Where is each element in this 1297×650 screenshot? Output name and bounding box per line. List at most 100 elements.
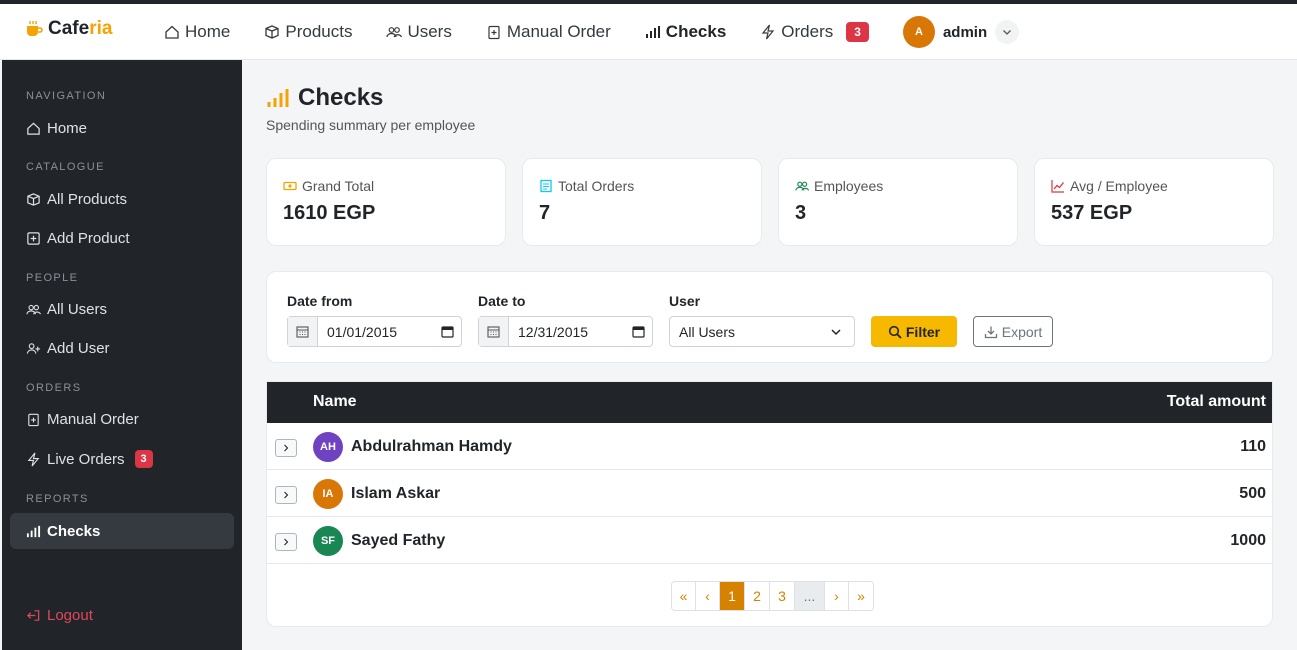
avatar: SF: [313, 526, 343, 556]
stat-card-avg-employee: Avg / Employee 537 EGP: [1034, 158, 1274, 246]
page-first-button[interactable]: «: [672, 582, 696, 610]
stat-label: Grand Total: [302, 178, 375, 194]
employee-name: Sayed Fathy: [351, 532, 446, 549]
date-to-label: Date to: [478, 293, 526, 309]
user-menu[interactable]: A admin: [902, 16, 1020, 48]
person-add-icon: [26, 342, 41, 354]
avatar: IA: [313, 479, 343, 509]
stat-label: Avg / Employee: [1070, 178, 1168, 194]
sidebar-item-logout[interactable]: Logout: [10, 597, 234, 633]
calendar-icon: [288, 317, 318, 346]
nav-manual-order[interactable]: Manual Order: [486, 22, 611, 42]
employee-amount: 1000: [1230, 532, 1266, 549]
page-last-button[interactable]: »: [849, 582, 873, 610]
clipboard-plus-icon: [28, 413, 39, 426]
user-menu-toggle[interactable]: [995, 20, 1020, 44]
top-navbar: Cafe ria Home Products Users Manual Order…: [0, 4, 1297, 60]
sidebar: NAVIGATION Home CATALOGUE All Products A…: [2, 60, 242, 650]
sidebar-section-catalogue: CATALOGUE: [26, 161, 105, 173]
coffee-cup-icon: [27, 21, 43, 36]
sidebar-item-manual-order[interactable]: Manual Order: [10, 401, 234, 437]
bar-chart-icon: [267, 89, 289, 107]
page-prev-button[interactable]: ‹: [696, 582, 720, 610]
box-icon: [27, 192, 40, 206]
brand-name-accent: ria: [89, 18, 113, 39]
sidebar-item-live-orders[interactable]: Live Orders 3: [10, 441, 234, 477]
brand-logo[interactable]: Cafe ria: [24, 18, 112, 40]
stat-value: 7: [539, 202, 551, 224]
checks-table: Name Total amount AH Abdulrahman Hamdy 1…: [266, 381, 1273, 627]
expand-row-button[interactable]: [275, 439, 297, 457]
search-icon: [888, 325, 902, 339]
column-header-amount: Total amount: [1166, 393, 1266, 410]
stat-label: Total Orders: [558, 178, 635, 194]
filter-button[interactable]: Filter: [871, 316, 957, 347]
date-to-field[interactable]: 12/31/2015: [478, 316, 653, 347]
sidebar-item-add-product[interactable]: Add Product: [10, 220, 234, 256]
sidebar-section-orders: ORDERS: [26, 382, 82, 394]
date-from-label: Date from: [287, 293, 353, 309]
receipt-icon: [540, 179, 552, 193]
page-button-2[interactable]: 2: [745, 582, 770, 610]
expand-row-button[interactable]: [275, 533, 297, 551]
sidebar-item-home[interactable]: Home: [10, 110, 234, 146]
date-from-value: 01/01/2015: [327, 323, 398, 340]
sidebar-item-checks[interactable]: Checks: [10, 513, 234, 549]
nav-products-label: Products: [285, 22, 353, 41]
top-nav-links: Home Products Users Manual Order Checks …: [164, 4, 1020, 60]
download-icon: [984, 326, 997, 338]
user-select[interactable]: All Users: [669, 316, 855, 347]
table-header: Name Total amount: [267, 382, 1272, 423]
employee-name: Islam Askar: [351, 485, 441, 502]
chevron-right-icon: [284, 538, 289, 546]
export-button-label: Export: [1001, 323, 1043, 340]
stat-card-employees: Employees 3: [778, 158, 1018, 246]
date-picker-icon[interactable]: [433, 325, 461, 338]
user-name: admin: [942, 23, 988, 41]
expand-row-button[interactable]: [275, 486, 297, 504]
house-icon: [27, 122, 40, 135]
page-button-1[interactable]: 1: [720, 582, 745, 610]
employee-amount: 110: [1240, 438, 1266, 455]
bar-chart-icon: [645, 26, 660, 38]
chevron-down-icon: [831, 328, 841, 335]
sidebar-item-add-user[interactable]: Add User: [10, 330, 234, 366]
nav-products[interactable]: Products: [264, 22, 352, 42]
sidebar-item-label: Manual Order: [47, 410, 139, 428]
sidebar-item-label: Home: [47, 119, 88, 137]
sidebar-item-all-users[interactable]: All Users: [10, 291, 234, 327]
export-button[interactable]: Export: [973, 316, 1053, 347]
table-row: IA Islam Askar 500: [267, 470, 1272, 517]
pagination: « ‹ 1 2 3 ... › »: [671, 581, 874, 611]
nav-home[interactable]: Home: [164, 22, 230, 42]
column-header-name: Name: [313, 393, 357, 410]
page-button-3[interactable]: 3: [770, 582, 795, 610]
user-label: User: [669, 293, 701, 309]
nav-checks[interactable]: Checks: [645, 22, 726, 42]
stat-value: 537 EGP: [1051, 202, 1133, 224]
user-select-value: All Users: [679, 323, 736, 340]
sidebar-item-label: Add Product: [47, 229, 130, 247]
cash-icon: [283, 181, 297, 191]
brand-name-prefix: Cafe: [48, 18, 90, 39]
clipboard-plus-icon: [488, 25, 500, 40]
nav-home-label: Home: [185, 22, 231, 41]
page-title: Checks: [266, 84, 383, 112]
page-subtitle: Spending summary per employee: [266, 117, 476, 133]
page-title-text: Checks: [298, 84, 384, 111]
date-to-value: 12/31/2015: [518, 323, 589, 340]
stat-card-grand-total: Grand Total 1610 EGP: [266, 158, 506, 246]
stat-card-total-orders: Total Orders 7: [522, 158, 762, 246]
sidebar-item-label: All Users: [47, 300, 108, 318]
nav-orders[interactable]: Orders 3: [760, 22, 869, 42]
date-from-field[interactable]: 01/01/2015: [287, 316, 462, 347]
sidebar-item-all-products[interactable]: All Products: [10, 181, 234, 217]
sidebar-item-label: Live Orders: [47, 450, 125, 468]
nav-users[interactable]: Users: [386, 22, 452, 42]
page-next-button[interactable]: ›: [825, 582, 849, 610]
people-icon: [26, 304, 41, 315]
chevron-right-icon: [284, 444, 289, 452]
lightning-icon: [27, 452, 40, 466]
date-picker-icon[interactable]: [624, 325, 652, 338]
employee-amount: 500: [1239, 485, 1266, 502]
